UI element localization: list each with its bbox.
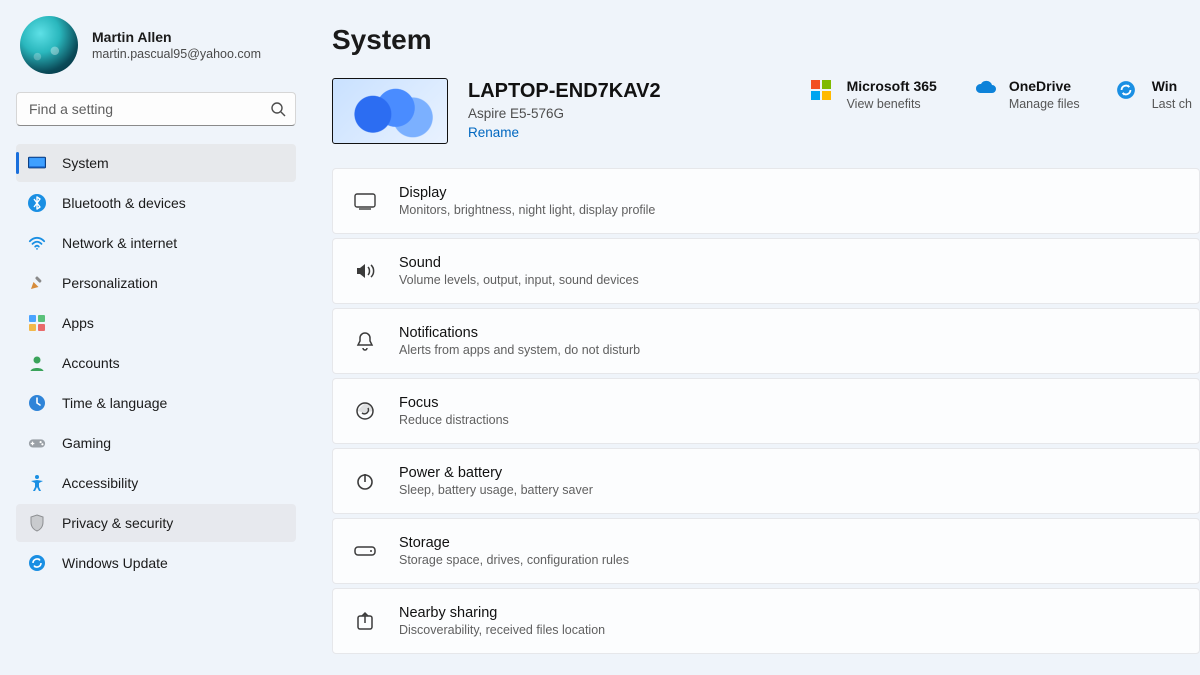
quicklink-title: Microsoft 365 [847, 78, 937, 94]
quicklink-onedrive[interactable]: OneDrive Manage files [973, 78, 1080, 111]
device-row: LAPTOP-END7KAV2 Aspire E5-576G Rename Mi… [332, 78, 1200, 144]
sidebar-item-label: System [62, 155, 109, 171]
sidebar-item-label: Gaming [62, 435, 111, 451]
avatar [20, 16, 78, 74]
card-title: Power & battery [399, 465, 593, 481]
card-notifications[interactable]: Notifications Alerts from apps and syste… [332, 308, 1200, 374]
accessibility-icon [28, 474, 46, 492]
card-sub: Volume levels, output, input, sound devi… [399, 273, 639, 287]
device-info: LAPTOP-END7KAV2 Aspire E5-576G Rename [468, 78, 661, 142]
gaming-icon [28, 434, 46, 452]
sidebar-item-bluetooth[interactable]: Bluetooth & devices [16, 184, 296, 222]
main: System LAPTOP-END7KAV2 Aspire E5-576G Re… [312, 0, 1200, 675]
sidebar-item-apps[interactable]: Apps [16, 304, 296, 342]
storage-icon [353, 539, 377, 563]
sidebar-item-label: Windows Update [62, 555, 168, 571]
time-language-icon [28, 394, 46, 412]
sidebar-item-system[interactable]: System [16, 144, 296, 182]
card-display[interactable]: Display Monitors, brightness, night ligh… [332, 168, 1200, 234]
card-title: Display [399, 185, 655, 201]
power-icon [353, 469, 377, 493]
apps-icon [28, 314, 46, 332]
personalization-icon [28, 274, 46, 292]
display-icon [353, 189, 377, 213]
device-model: Aspire E5-576G [468, 106, 661, 121]
card-title: Sound [399, 255, 639, 271]
card-storage[interactable]: Storage Storage space, drives, configura… [332, 518, 1200, 584]
sidebar-item-accounts[interactable]: Accounts [16, 344, 296, 382]
card-sub: Storage space, drives, configuration rul… [399, 553, 629, 567]
nearby-share-icon [353, 609, 377, 633]
search-wrap [16, 92, 296, 126]
sidebar-item-windows-update[interactable]: Windows Update [16, 544, 296, 582]
card-power[interactable]: Power & battery Sleep, battery usage, ba… [332, 448, 1200, 514]
card-focus[interactable]: Focus Reduce distractions [332, 378, 1200, 444]
card-sub: Sleep, battery usage, battery saver [399, 483, 593, 497]
sidebar-item-gaming[interactable]: Gaming [16, 424, 296, 462]
sound-icon [353, 259, 377, 283]
quicklink-sub: Last ch [1152, 97, 1192, 111]
sidebar-item-personalization[interactable]: Personalization [16, 264, 296, 302]
card-sub: Monitors, brightness, night light, displ… [399, 203, 655, 217]
card-sound[interactable]: Sound Volume levels, output, input, soun… [332, 238, 1200, 304]
windows-update-icon [28, 554, 46, 572]
page-title: System [332, 24, 1200, 56]
windows-update-icon [1116, 80, 1138, 102]
sidebar: Martin Allen martin.pascual95@yahoo.com … [0, 0, 312, 675]
microsoft-365-icon [811, 80, 833, 102]
bluetooth-icon [28, 194, 46, 212]
onedrive-icon [973, 80, 995, 102]
quicklink-title: Win [1152, 78, 1192, 94]
quicklink-sub: View benefits [847, 97, 937, 111]
quicklink-windows-update[interactable]: Win Last ch [1116, 78, 1192, 111]
search-icon [270, 101, 286, 117]
quicklink-sub: Manage files [1009, 97, 1080, 111]
sidebar-item-label: Apps [62, 315, 94, 331]
privacy-icon [28, 514, 46, 532]
device-name: LAPTOP-END7KAV2 [468, 80, 661, 103]
quicklink-microsoft-365[interactable]: Microsoft 365 View benefits [811, 78, 937, 111]
quicklink-title: OneDrive [1009, 78, 1080, 94]
quick-links: Microsoft 365 View benefits OneDrive Man… [811, 78, 1200, 111]
card-sub: Discoverability, received files location [399, 623, 605, 637]
device-thumbnail [332, 78, 448, 144]
sidebar-item-network[interactable]: Network & internet [16, 224, 296, 262]
card-title: Nearby sharing [399, 605, 605, 621]
sidebar-item-label: Accounts [62, 355, 120, 371]
card-sub: Alerts from apps and system, do not dist… [399, 343, 640, 357]
rename-link[interactable]: Rename [468, 125, 519, 140]
card-nearby-sharing[interactable]: Nearby sharing Discoverability, received… [332, 588, 1200, 654]
user-account-row[interactable]: Martin Allen martin.pascual95@yahoo.com [16, 16, 296, 92]
accounts-icon [28, 354, 46, 372]
search-input[interactable] [16, 92, 296, 126]
sidebar-item-label: Privacy & security [62, 515, 173, 531]
sidebar-item-label: Accessibility [62, 475, 138, 491]
sidebar-item-label: Time & language [62, 395, 167, 411]
card-title: Notifications [399, 325, 640, 341]
sidebar-item-privacy[interactable]: Privacy & security [16, 504, 296, 542]
card-title: Storage [399, 535, 629, 551]
card-sub: Reduce distractions [399, 413, 509, 427]
focus-icon [353, 399, 377, 423]
user-email: martin.pascual95@yahoo.com [92, 47, 261, 61]
sidebar-item-time-language[interactable]: Time & language [16, 384, 296, 422]
settings-cards: Display Monitors, brightness, night ligh… [332, 168, 1200, 654]
wifi-icon [28, 234, 46, 252]
sidebar-nav: System Bluetooth & devices Network & int… [16, 144, 296, 582]
notifications-icon [353, 329, 377, 353]
sidebar-item-label: Bluetooth & devices [62, 195, 186, 211]
system-icon [28, 154, 46, 172]
sidebar-item-label: Network & internet [62, 235, 177, 251]
sidebar-item-label: Personalization [62, 275, 158, 291]
user-name: Martin Allen [92, 29, 261, 45]
sidebar-item-accessibility[interactable]: Accessibility [16, 464, 296, 502]
card-title: Focus [399, 395, 509, 411]
